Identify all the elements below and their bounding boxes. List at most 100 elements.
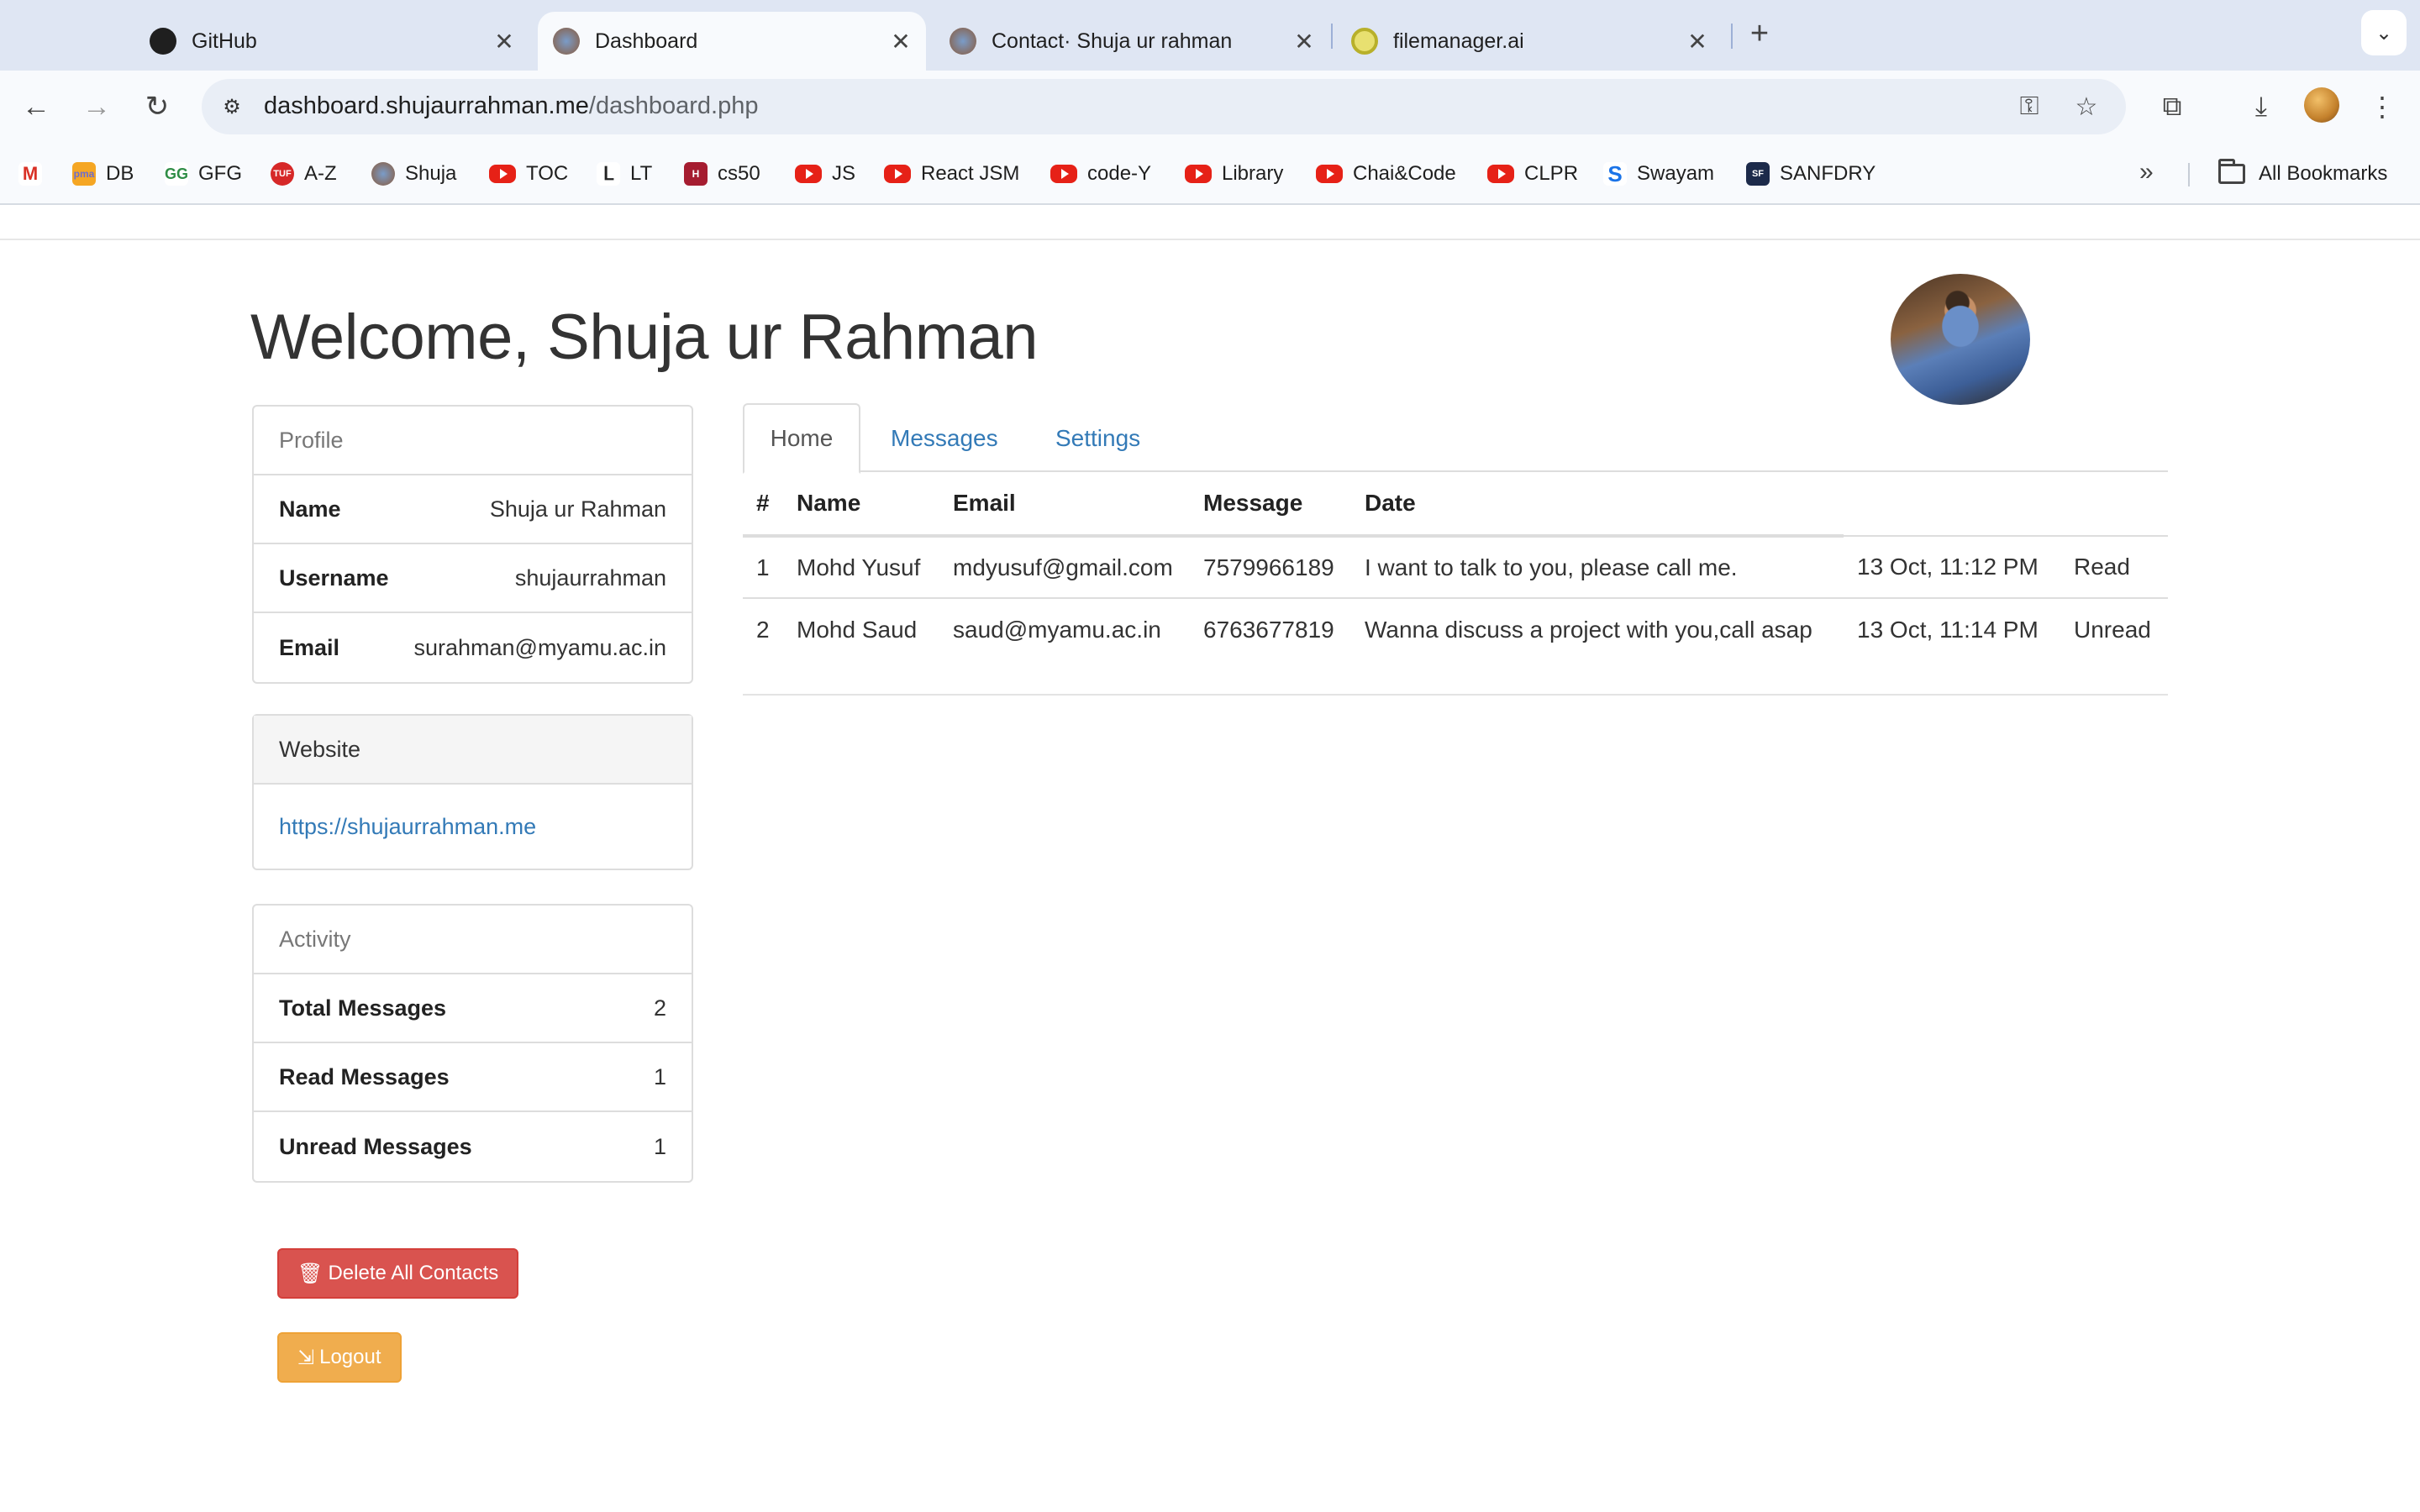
tuf-icon: TUF — [271, 162, 294, 186]
bookmark-toc[interactable]: TOC — [489, 158, 568, 190]
bookmark-label: A-Z — [304, 162, 337, 185]
bookmark-label: SANFDRY — [1780, 162, 1876, 185]
bookmark-label: DB — [106, 162, 134, 185]
bookmark-label: Shuja — [405, 162, 457, 185]
table-row[interactable]: 2 Mohd Saud saud@myamu.ac.in 6763677819 … — [743, 597, 2168, 660]
activity-row-unread: Unread Messages 1 — [254, 1112, 692, 1181]
github-icon — [150, 28, 176, 55]
tab-title: Contact· Shuja ur rahman — [992, 29, 1233, 53]
bookmarks-overflow-icon[interactable]: » — [2139, 158, 2154, 186]
delete-all-contacts-button[interactable]: 🗑 Delete All Contacts — [277, 1248, 519, 1299]
header-name: Name — [783, 472, 939, 538]
reload-button[interactable]: ↻ — [138, 87, 176, 126]
profile-heading: Profile — [254, 407, 692, 475]
bookmark-cs50[interactable]: Hcs50 — [684, 158, 760, 190]
leetcode-icon: ᒪ — [597, 162, 620, 186]
bookmark-star-icon[interactable]: ☆ — [2070, 91, 2102, 123]
gfg-icon: GG — [165, 162, 188, 186]
bookmark-code-y[interactable]: code-Y — [1050, 158, 1151, 190]
more-menu-icon[interactable]: ⋮ — [2363, 87, 2402, 126]
pma-icon: pma — [72, 162, 96, 186]
table-row[interactable]: 1 Mohd Yusuf mdyusuf@gmail.com 757996618… — [743, 536, 2168, 598]
bookmark-library[interactable]: Library — [1185, 158, 1283, 190]
cell-status[interactable]: Unread — [2060, 597, 2168, 660]
chevron-down-icon: ⌄ — [2375, 21, 2393, 45]
bookmark-label: Chai&Code — [1353, 162, 1456, 185]
site-settings-icon[interactable]: ⚙ — [217, 92, 247, 122]
tab-strip: GitHub ✕ Dashboard ✕ Contact· Shuja ur r… — [0, 0, 2420, 71]
bookmark-gmail[interactable]: M — [18, 158, 52, 190]
bookmark-label: TOC — [526, 162, 569, 185]
bookmark-label: code-Y — [1087, 162, 1152, 185]
tab-title: GitHub — [192, 29, 257, 53]
tab-settings[interactable]: Settings — [1055, 403, 1140, 474]
trash-icon: 🗑 — [297, 1262, 324, 1285]
bookmark-az[interactable]: TUF A-Z — [271, 158, 337, 190]
profile-row-username: Username shujaurrahman — [254, 544, 692, 613]
row-label: Username — [279, 564, 389, 591]
bookmark-chai-code[interactable]: Chai&Code — [1316, 158, 1456, 190]
tab-search-button[interactable]: ⌄ — [2361, 10, 2407, 55]
forward-button[interactable]: → — [77, 87, 116, 126]
download-icon[interactable]: ⤓ — [2242, 87, 2281, 126]
cell-date: 13 Oct, 11:12 PM — [1857, 554, 2039, 580]
activity-row-total: Total Messages 2 — [254, 974, 692, 1043]
bookmark-js[interactable]: JS — [795, 158, 855, 190]
cell-status[interactable]: Read — [2060, 536, 2168, 598]
arrow-left-icon: ← — [22, 90, 50, 123]
profile-avatar-icon[interactable] — [2304, 87, 2339, 123]
browser-tab-dashboard[interactable]: Dashboard ✕ — [538, 12, 926, 71]
site-icon — [371, 162, 395, 186]
bookmark-lt[interactable]: ᒪ LT — [597, 158, 652, 190]
browser-tab-filemanager[interactable]: filemanager.ai ✕ — [1336, 12, 1723, 71]
header-message: Message — [1190, 472, 1351, 538]
url-path: /dashboard.php — [588, 92, 759, 119]
bookmark-clpr[interactable]: CLPR — [1487, 158, 1578, 190]
all-bookmarks-button[interactable]: All Bookmarks — [2218, 158, 2387, 190]
tab-home[interactable]: Home — [743, 403, 860, 474]
url-text[interactable]: dashboard.shujaurrahman.me/dashboard.php — [264, 92, 758, 120]
close-icon[interactable]: ✕ — [886, 26, 916, 56]
page-title: Welcome, Shuja ur Rahman — [250, 302, 1039, 373]
cell-message: I want to talk to you, please call me. — [1365, 554, 1738, 580]
close-icon[interactable]: ✕ — [1289, 26, 1319, 56]
button-label: Delete All Contacts — [328, 1262, 499, 1284]
close-icon[interactable]: ✕ — [489, 26, 519, 56]
bookmark-sanfdry[interactable]: SF SANFDRY — [1746, 158, 1876, 190]
logout-button[interactable]: ⇲ Logout — [277, 1332, 402, 1383]
bookmark-label: Swayam — [1637, 162, 1715, 185]
cell-num: 1 — [756, 554, 770, 580]
tab-title: Dashboard — [595, 29, 698, 53]
header-blank — [2060, 472, 2168, 537]
bookmark-label: cs50 — [718, 162, 760, 185]
bookmark-label: Library — [1222, 162, 1284, 185]
bookmark-swayam[interactable]: S Swayam — [1603, 158, 1714, 190]
swayam-icon: S — [1603, 161, 1627, 186]
filemanager-icon — [1351, 28, 1378, 55]
extensions-icon[interactable]: ⧉ — [2153, 87, 2191, 126]
tab-messages[interactable]: Messages — [891, 403, 998, 474]
sanfdry-icon: SF — [1746, 162, 1770, 186]
bookmark-gfg[interactable]: GG GFG — [165, 158, 242, 190]
table-bottom-border — [743, 694, 2168, 696]
cell-name: Mohd Yusuf — [797, 554, 921, 580]
bookmark-react-jsm[interactable]: React JSM — [884, 158, 1019, 190]
cell-email: saud@myamu.ac.in — [939, 597, 1190, 660]
url-host: dashboard.shujaurrahman.me — [264, 92, 589, 119]
profile-row-email: Email surahman@myamu.ac.in — [254, 613, 692, 682]
browser-toolbar: ← → ↻ ⚙ dashboard.shujaurrahman.me/dashb… — [0, 71, 2420, 143]
close-icon[interactable]: ✕ — [1682, 26, 1712, 56]
browser-tab-contact[interactable]: Contact· Shuja ur rahman ✕ — [934, 12, 1329, 71]
youtube-icon — [1050, 165, 1077, 183]
address-bar[interactable]: ⚙ dashboard.shujaurrahman.me/dashboard.p… — [202, 79, 2126, 134]
password-key-icon[interactable]: ⚿ — [2013, 91, 2045, 123]
bookmark-db[interactable]: pma DB — [72, 158, 134, 190]
back-button[interactable]: ← — [17, 87, 55, 126]
harvard-icon: H — [684, 162, 708, 186]
bookmark-shuja[interactable]: Shuja — [371, 158, 456, 190]
browser-tab-github[interactable]: GitHub ✕ — [134, 12, 529, 71]
row-value: shujaurrahman — [514, 564, 666, 591]
website-link[interactable]: https://shujaurrahman.me — [279, 814, 536, 840]
new-tab-button[interactable]: + — [1743, 16, 1776, 51]
table-header-row: # Name Email Message Date — [743, 472, 2168, 538]
